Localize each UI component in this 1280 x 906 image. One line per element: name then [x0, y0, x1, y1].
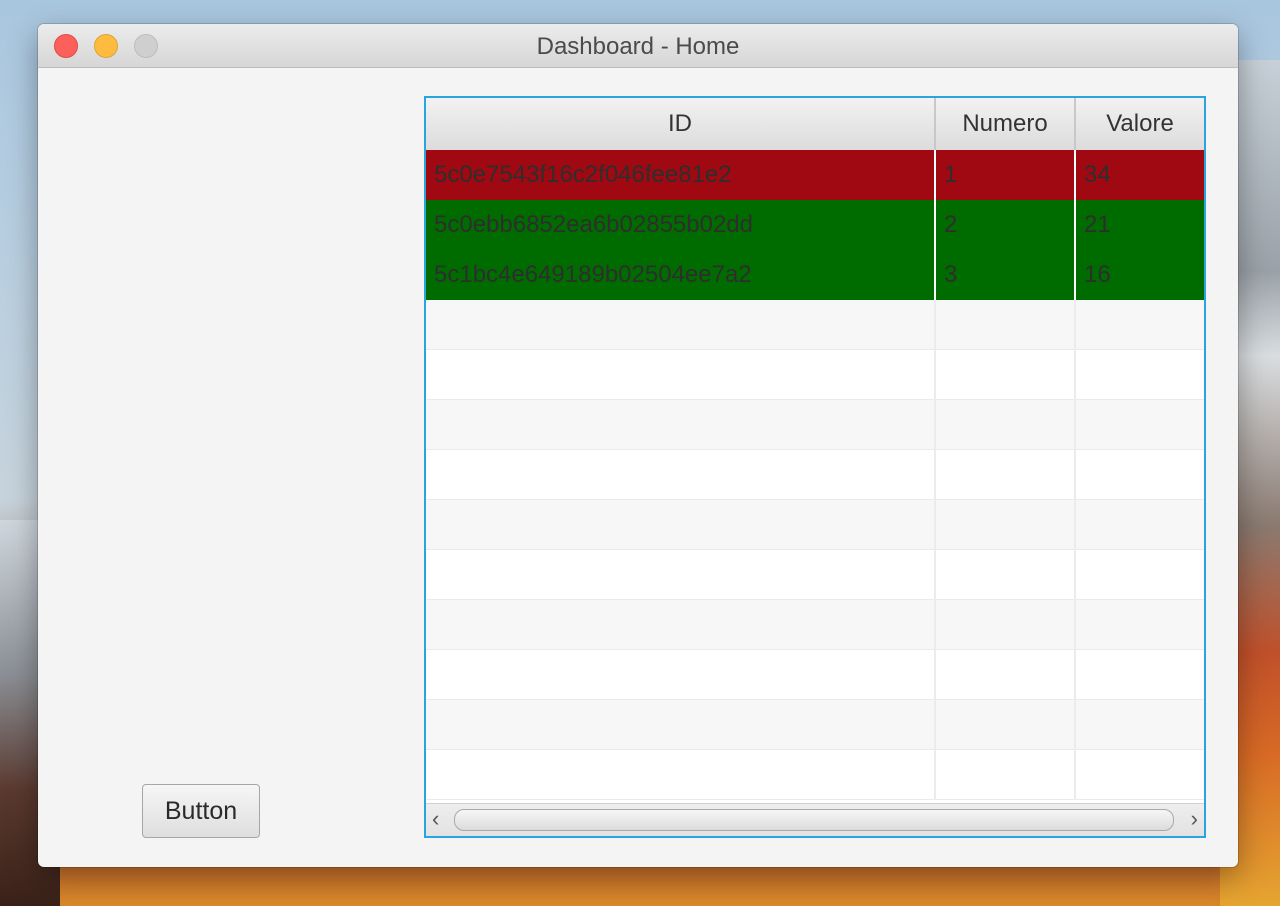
scroll-right-icon[interactable]: › [1191, 808, 1198, 830]
title-bar[interactable]: Dashboard - Home [38, 24, 1238, 68]
data-table[interactable]: ID Numero Valore 5c0e7543f16c2f046fee81e… [424, 96, 1206, 838]
empty-table-row [426, 300, 1204, 350]
action-button[interactable]: Button [142, 784, 260, 838]
empty-table-row [426, 550, 1204, 600]
app-window: Dashboard - Home ID Numero Valore 5c0e75… [38, 24, 1238, 867]
empty-table-row [426, 400, 1204, 450]
column-header-numero[interactable]: Numero [936, 98, 1076, 150]
empty-table-row [426, 600, 1204, 650]
cell-valore: 21 [1084, 211, 1111, 238]
cell-id: 5c0ebb6852ea6b02855b02dd [426, 200, 936, 250]
empty-table-row [426, 700, 1204, 750]
cell-numero: 2 [936, 200, 1076, 250]
table-row[interactable]: 5c0ebb6852ea6b02855b02dd 2 21 [426, 200, 1204, 250]
scrollbar-thumb[interactable] [454, 809, 1174, 831]
horizontal-scrollbar[interactable]: ‹ › [426, 803, 1204, 836]
empty-table-row [426, 500, 1204, 550]
cell-numero: 1 [936, 150, 1076, 200]
table-row[interactable]: 5c0e7543f16c2f046fee81e2 1 34 [426, 150, 1204, 200]
empty-table-row [426, 350, 1204, 400]
cell-valore: 34 [1084, 161, 1111, 188]
empty-table-row [426, 450, 1204, 500]
cell-id: 5c0e7543f16c2f046fee81e2 [426, 150, 936, 200]
desktop-background: Dashboard - Home ID Numero Valore 5c0e75… [0, 0, 1280, 906]
column-header-valore[interactable]: Valore [1076, 98, 1204, 150]
cell-numero: 3 [936, 250, 1076, 300]
column-header-id[interactable]: ID [426, 98, 936, 150]
table-row[interactable]: 5c1bc4e649189b02504ee7a2 3 16 [426, 250, 1204, 300]
table-header: ID Numero Valore [426, 98, 1204, 151]
cell-id: 5c1bc4e649189b02504ee7a2 [426, 250, 936, 300]
empty-table-row [426, 650, 1204, 700]
scroll-left-icon[interactable]: ‹ [432, 808, 439, 830]
cell-valore: 16 [1084, 261, 1111, 288]
window-title: Dashboard - Home [536, 33, 740, 60]
empty-table-row [426, 750, 1204, 800]
